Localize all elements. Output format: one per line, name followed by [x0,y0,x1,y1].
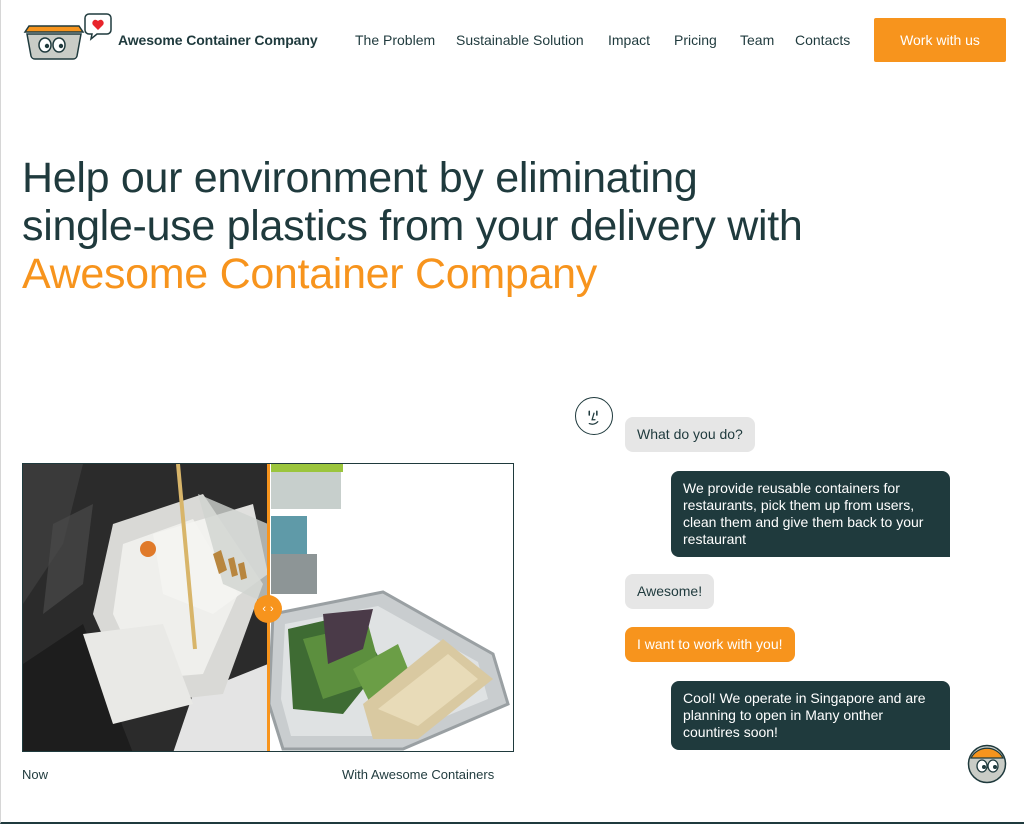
before-after-comparison[interactable]: ‹ › [22,463,514,752]
nav-team[interactable]: Team [740,32,774,48]
logo-icon[interactable] [21,8,113,64]
hero-accent: Awesome Container Company [22,250,597,298]
brand-name[interactable]: Awesome Container Company [118,32,318,48]
nav-sustainable-solution[interactable]: Sustainable Solution [456,32,584,48]
plastic-waste-image [23,464,268,751]
slider-handle[interactable]: ‹ › [254,595,282,623]
chat-bubble-user: Awesome! [625,574,715,609]
reusable-container-image [267,464,513,751]
face-avatar-icon [575,397,613,435]
page: Awesome Container Company The Problem Su… [0,0,1024,824]
work-with-us-button[interactable]: Work with us [874,18,1006,62]
caption-now: Now [22,767,49,782]
hero-heading: Help our environment by eliminating sing… [22,154,922,298]
nav-the-problem[interactable]: The Problem [355,32,435,48]
nav-pricing[interactable]: Pricing [674,32,717,48]
container-mascot-icon [967,744,1007,784]
chat-bubble-company: We provide reusable containers for resta… [671,471,950,557]
chevron-left-icon: ‹ [262,603,266,615]
nav-contacts[interactable]: Contacts [795,32,850,48]
chat-bubble-company: Cool! We operate in Singapore and are pl… [671,681,950,750]
hero-line-1: Help our environment by eliminating [22,154,698,202]
nav-impact[interactable]: Impact [608,32,650,48]
chevron-right-icon: › [270,603,274,615]
hero-line-2: single-use plastics from your delivery w… [22,202,803,250]
chat-bubble-user: What do you do? [625,417,755,452]
caption-with-containers: With Awesome Containers [342,767,495,782]
chat-bubble-user-highlight[interactable]: I want to work with you! [625,627,795,662]
